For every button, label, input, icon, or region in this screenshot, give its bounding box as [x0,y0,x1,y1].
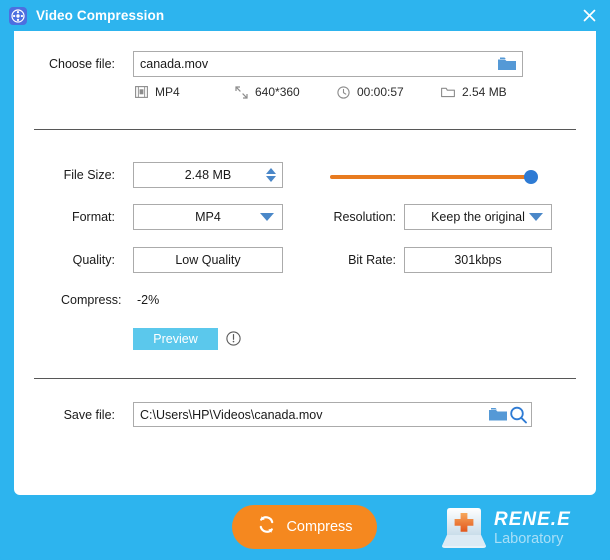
title-bar: Video Compression [0,0,610,31]
compress-ratio-label: Compress: [61,293,122,307]
file-metadata-strip: MP4 640*360 00:00:57 2.54 MB [134,85,554,105]
save-file-value: C:\Users\HP\Videos\canada.mov [140,407,323,422]
compress-button[interactable]: Compress [232,505,377,549]
bit-rate-label: Bit Rate: [348,253,396,267]
metadata-filesize-text: 2.54 MB [462,85,507,99]
info-circle-icon[interactable] [226,331,241,346]
metadata-filesize: 2.54 MB [441,85,507,99]
resize-icon [234,85,248,99]
file-size-value: 2.48 MB [184,168,232,182]
folder-icon[interactable] [495,54,519,74]
footer-bar: Compress RENE.E Laboratory [0,495,610,560]
resolution-select[interactable]: Keep the original [404,204,552,230]
slider-track [330,175,532,179]
triangle-up-icon[interactable] [266,168,276,174]
brand-logo: RENE.E Laboratory [440,503,600,553]
compression-slider[interactable] [330,167,550,187]
file-size-label: File Size: [63,168,115,182]
triangle-down-icon[interactable] [266,176,276,182]
brand-logo-text: RENE.E Laboratory [494,510,571,547]
divider-bottom [34,378,576,379]
clock-icon [336,85,350,99]
bit-rate-value: 301kbps [454,253,502,267]
film-reel-icon [9,6,27,25]
quality-label: Quality: [72,253,115,267]
close-icon[interactable] [576,3,602,27]
metadata-format: MP4 [134,85,180,99]
film-strip-icon [134,85,148,99]
choose-file-input[interactable]: canada.mov [133,51,523,77]
brand-subtitle: Laboratory [494,530,564,547]
metadata-resolution-text: 640*360 [255,85,300,99]
slider-handle[interactable] [524,170,538,184]
file-size-input[interactable]: 2.48 MB [133,162,283,188]
brand-name: RENE.E [494,508,571,530]
folder-icon[interactable] [488,407,508,423]
metadata-duration: 00:00:57 [336,85,404,99]
save-file-actions [488,405,528,424]
content-panel: Choose file: canada.mov MP4 640*360 00:0… [14,31,596,495]
folder-outline-icon [441,85,455,99]
preview-button[interactable]: Preview [133,328,218,350]
divider-top [34,129,576,130]
compress-ratio-value: -2% [137,293,160,307]
chevron-down-icon[interactable] [529,213,543,221]
metadata-format-text: MP4 [155,85,180,99]
resolution-label: Resolution: [333,210,396,224]
video-compression-window: Video Compression Choose file: canada.mo… [0,0,610,560]
choose-file-label: Choose file: [48,57,115,71]
search-icon[interactable] [509,405,528,424]
save-file-input[interactable]: C:\Users\HP\Videos\canada.mov [133,402,532,427]
file-size-stepper[interactable] [266,168,276,182]
preview-button-label: Preview [153,332,198,346]
metadata-duration-text: 00:00:57 [357,85,404,99]
save-file-label: Save file: [63,408,115,422]
refresh-cycle-icon [256,514,277,540]
bit-rate-input[interactable]: 301kbps [404,247,552,273]
keyboard-key-cross-icon [440,505,488,551]
window-title: Video Compression [36,8,165,23]
metadata-resolution: 640*360 [234,85,300,99]
compress-button-label: Compress [286,519,353,535]
choose-file-value: canada.mov [140,57,209,71]
format-label: Format: [71,210,115,224]
